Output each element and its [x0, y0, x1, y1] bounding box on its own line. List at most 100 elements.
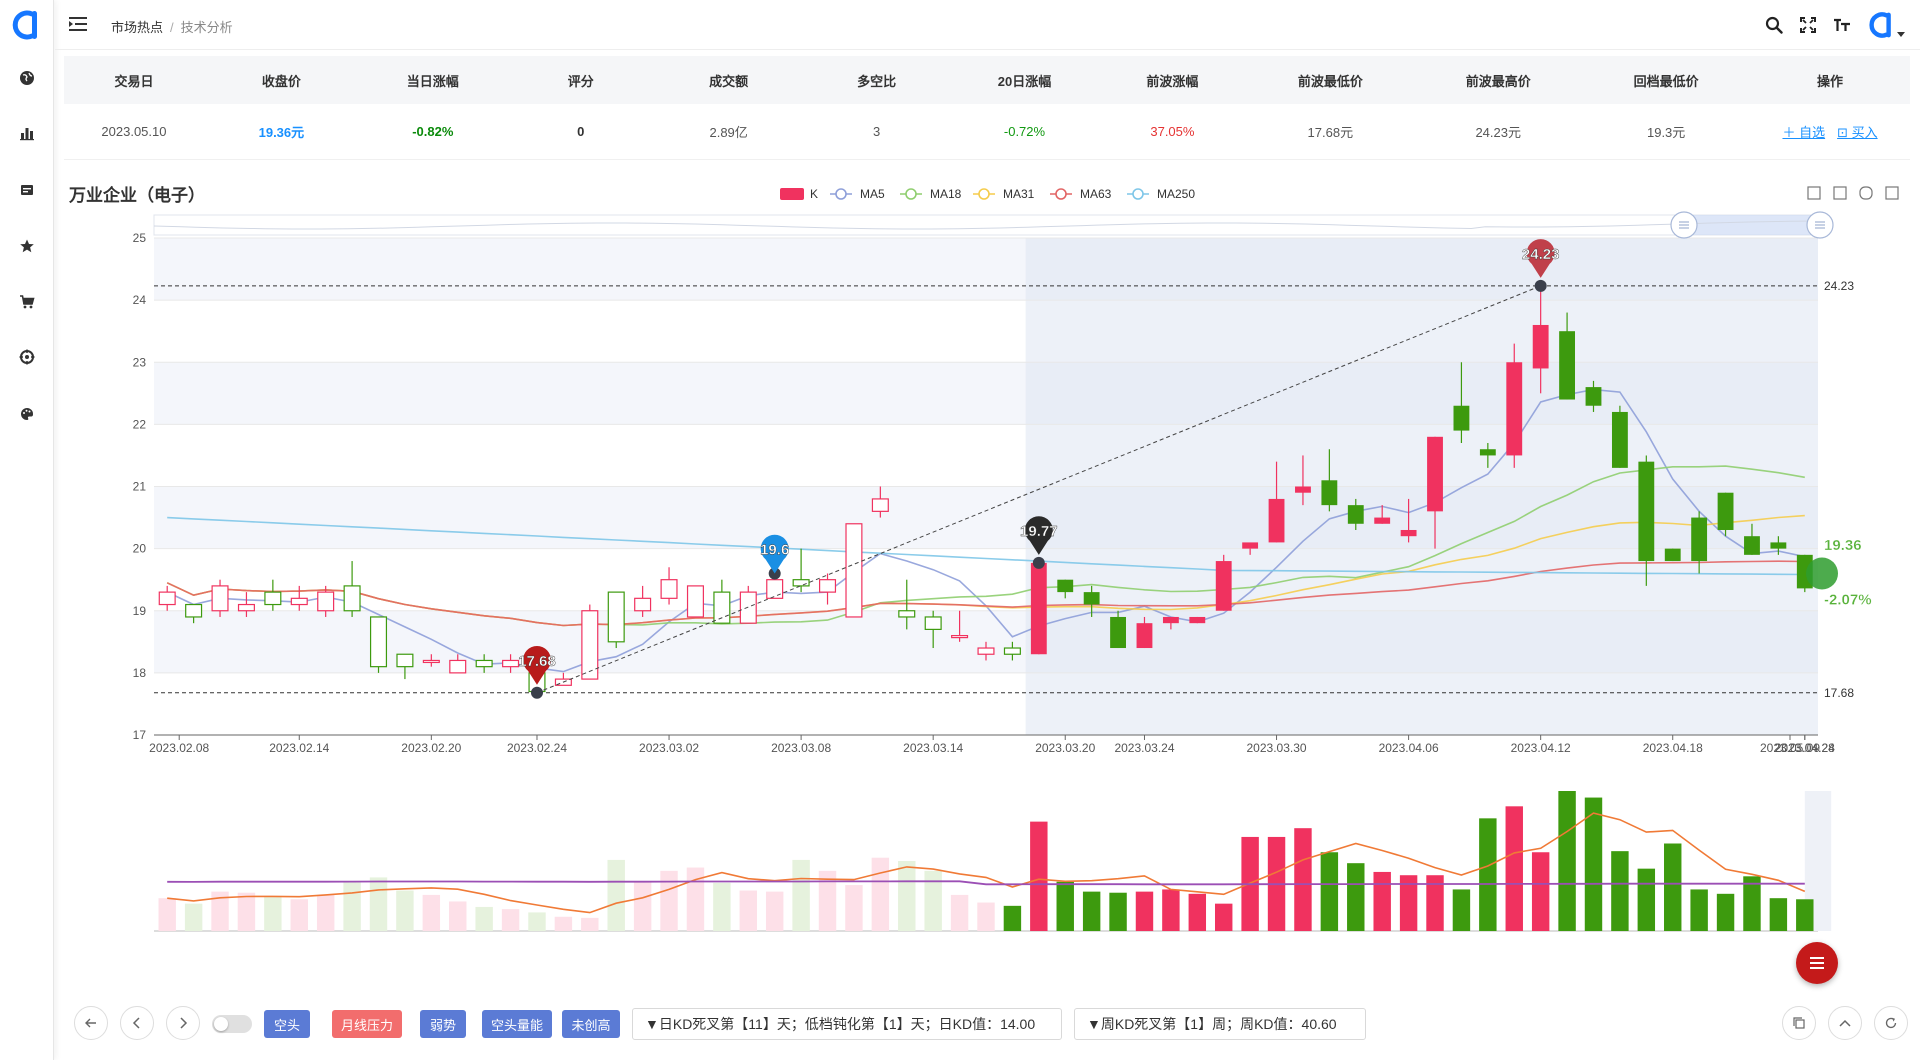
candle-body [951, 634, 969, 639]
candle-body [1559, 331, 1576, 400]
volume-bar [316, 894, 335, 931]
marker-start-label: 19.77 [1020, 523, 1058, 540]
weekly-kd-note: ▼周KD死叉第【1】周；周KD值：40.60 [1074, 1008, 1366, 1040]
candle-body [1585, 387, 1602, 406]
volume-bar [845, 885, 863, 931]
candle-body [1638, 461, 1655, 562]
scroll-top-button[interactable] [1828, 1006, 1862, 1040]
candle [1506, 343, 1523, 468]
candle-body [634, 597, 652, 612]
prev-button[interactable] [120, 1006, 154, 1040]
candle [581, 604, 599, 680]
x-tick-label: 2023.02.20 [401, 741, 461, 755]
legend-dot [905, 188, 917, 200]
candle-body [369, 616, 388, 668]
candle [686, 585, 704, 618]
x-tick-label: 2023.04.18 [1643, 741, 1703, 755]
candle-body [898, 610, 916, 618]
x-tick-label: 2023.05.09 [1760, 741, 1820, 755]
volume-bar [1162, 889, 1180, 931]
volume-bar [924, 870, 942, 931]
legend-dot [1055, 188, 1067, 200]
candle-body [317, 591, 335, 612]
candle [1189, 616, 1206, 624]
legend-item-ma5[interactable]: MA5 [860, 187, 885, 201]
candle-body [1479, 449, 1496, 456]
volume-bar [1003, 905, 1022, 931]
candle-body [607, 591, 625, 643]
marker-low-point [530, 686, 543, 699]
volume-bar [713, 882, 731, 931]
candle-body [924, 616, 942, 630]
refresh-icon [1885, 1017, 1897, 1029]
volume-bar [1320, 852, 1339, 931]
candle-body [686, 585, 704, 618]
volume-bar [528, 912, 546, 931]
candle-body [1691, 517, 1708, 562]
candle-body [1083, 592, 1100, 605]
volume-bar [264, 896, 282, 931]
volume-bar [660, 870, 678, 931]
candle [713, 579, 731, 624]
tag-no-new-high[interactable]: 未创高 [562, 1010, 620, 1038]
x-tick-label: 2023.03.20 [1035, 741, 1095, 755]
volume-bar [765, 891, 784, 931]
marker-low-label: 17.68 [518, 653, 556, 670]
candle-body [1030, 562, 1047, 655]
tag-bearish-volume[interactable]: 空头量能 [482, 1010, 552, 1038]
candle [1664, 548, 1681, 562]
legend-item-k[interactable]: K [810, 187, 818, 201]
candle [1030, 562, 1047, 655]
tag-weak[interactable]: 弱势 [420, 1010, 466, 1038]
restore-icon[interactable] [1859, 186, 1873, 200]
candle-body [1003, 647, 1021, 655]
legend-item-ma31[interactable]: MA31 [1003, 187, 1035, 201]
volume-bar [950, 894, 969, 931]
volume-bar [1505, 806, 1523, 931]
candle-body [1215, 561, 1232, 611]
copy-icon [1793, 1017, 1805, 1029]
refresh-button[interactable] [1874, 1006, 1908, 1040]
volume-bar [554, 916, 573, 931]
candle-body [1744, 536, 1760, 555]
candle-body [1770, 542, 1787, 549]
next-button[interactable] [166, 1006, 200, 1040]
x-tick-label: 2023.03.08 [771, 741, 831, 755]
candle-body [1374, 517, 1391, 524]
volume-bar [1611, 851, 1629, 931]
chart-mode-toggle[interactable] [212, 1015, 252, 1033]
volume-bar [1373, 871, 1391, 931]
back-button[interactable] [74, 1006, 108, 1040]
candle [1611, 405, 1628, 468]
candle [264, 579, 282, 611]
volume-bar [1294, 828, 1312, 931]
zoom-icon[interactable] [1807, 186, 1821, 200]
legend-item-ma250[interactable]: MA250 [1157, 187, 1195, 201]
candle-body [185, 603, 203, 618]
legend-item-ma63[interactable]: MA63 [1080, 187, 1112, 201]
candle-body [422, 659, 440, 664]
copy-button[interactable] [1782, 1006, 1816, 1040]
volume-bar [792, 859, 810, 931]
volume-bar [1452, 889, 1471, 931]
candle-body [818, 579, 837, 593]
marker-low: 17.68 [518, 646, 556, 685]
zoom-reset-icon[interactable] [1833, 186, 1847, 200]
floating-menu-button[interactable] [1796, 942, 1838, 984]
kline-chart[interactable]: 17 18 19 20 21 22 23 24 25 2023.02.08 2023.02.14 20… [0, 0, 1920, 1000]
markline-low-label: 17.68 [1824, 686, 1854, 700]
candle-body [158, 591, 176, 606]
save-icon[interactable] [1885, 186, 1899, 200]
toolbox-shape [1807, 186, 1821, 200]
marker-mid: 19.6 [760, 534, 789, 574]
tag-monthly-pressure[interactable]: 月线压力 [332, 1010, 402, 1038]
candle-body [1189, 616, 1206, 624]
legend-item-ma18[interactable]: MA18 [930, 187, 962, 201]
tag-bearish[interactable]: 空头 [264, 1010, 310, 1038]
candle [343, 561, 361, 617]
end-change-label: -2.07% [1824, 591, 1872, 608]
candle-body [1453, 405, 1470, 431]
candle-body [1321, 480, 1338, 506]
x-tick-label: 2023.02.08 [149, 741, 209, 755]
candle-body [1611, 411, 1628, 468]
